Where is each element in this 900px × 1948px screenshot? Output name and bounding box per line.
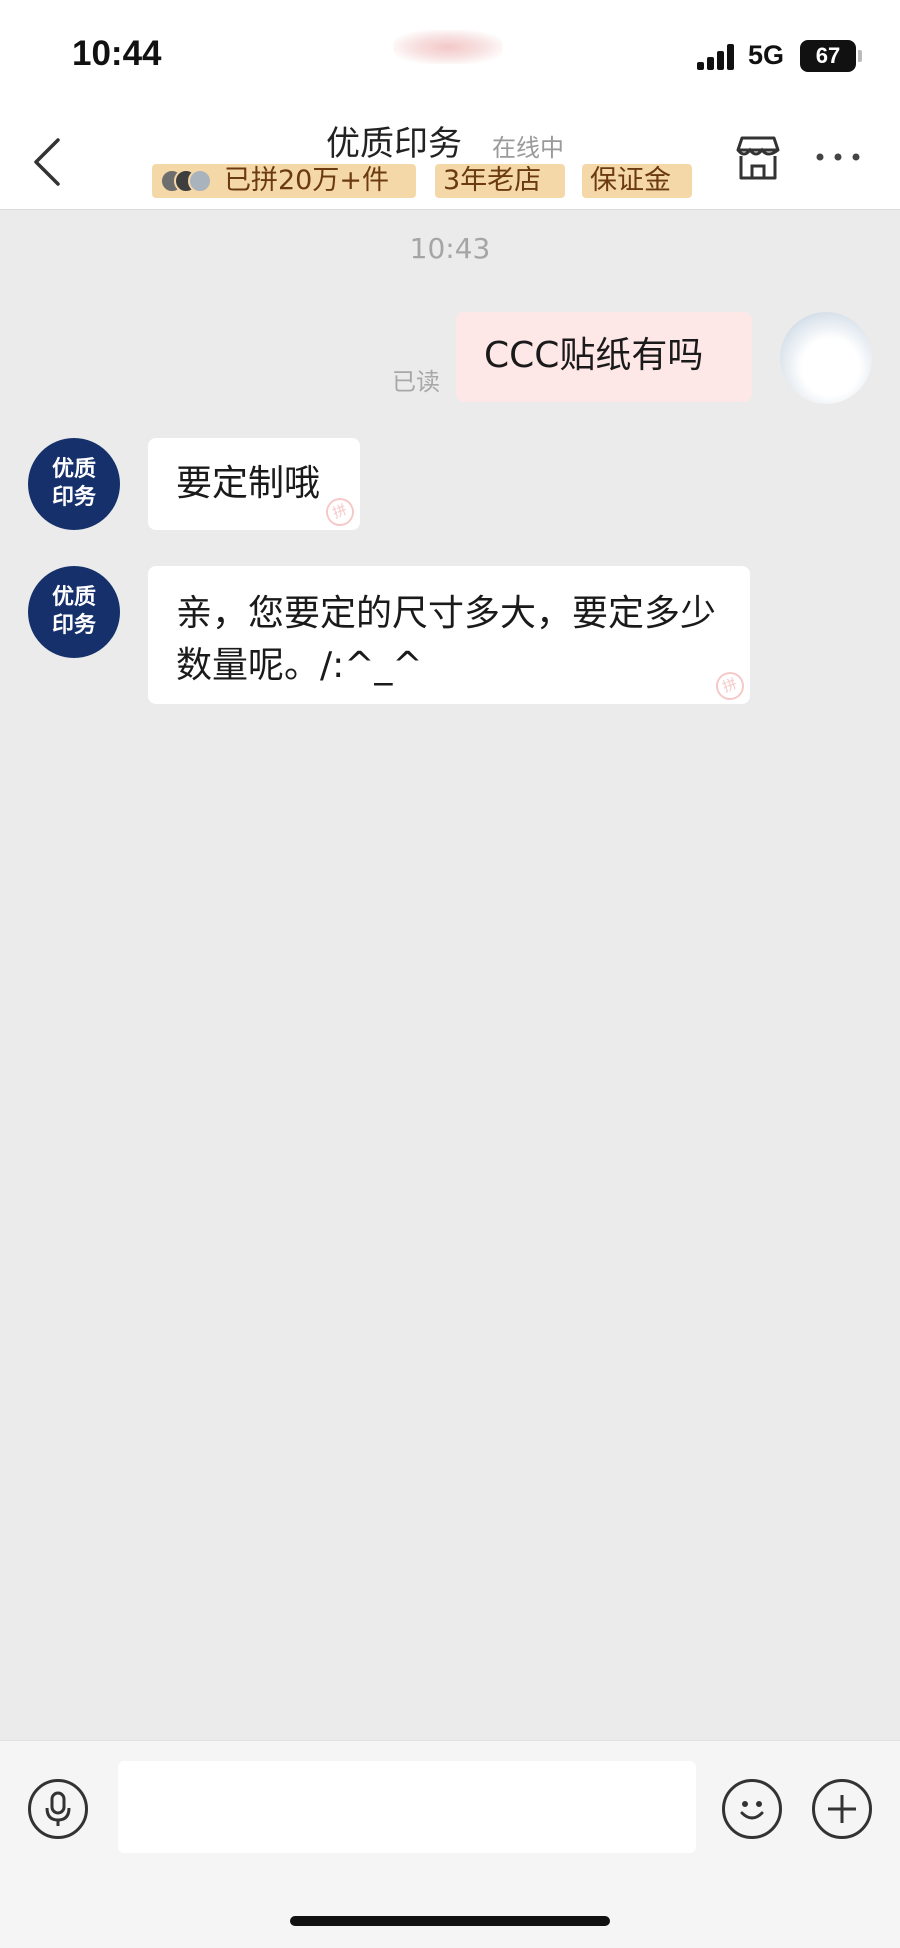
battery-level: 67 <box>815 43 841 68</box>
redacted-area <box>393 30 503 64</box>
battery-icon: 67 <box>800 40 856 72</box>
deposit-badge: 保证金 <box>582 164 692 198</box>
watermark-icon: 拼 <box>322 494 358 530</box>
watermark-icon: 拼 <box>712 668 748 704</box>
store-age-badge: 3年老店 <box>435 164 565 198</box>
message-text: 亲，您要定的尺寸多大，要定多少数量呢。/:^_^ <box>176 593 717 686</box>
emoji-button[interactable] <box>722 1779 782 1839</box>
online-status: 在线中 <box>492 134 564 162</box>
back-button[interactable] <box>28 132 72 192</box>
store-icon <box>736 136 780 180</box>
sales-badge: 已拼20万+件 <box>152 164 416 198</box>
status-bar: 10:44 5G 67 <box>0 0 900 112</box>
chat-screen: 10:44 5G 67 优质印务 在线中 已拼20万+件 3年老店 保证金 10… <box>0 0 900 1948</box>
home-indicator[interactable] <box>290 1916 610 1926</box>
store-button[interactable] <box>730 130 786 186</box>
shop-message-bubble[interactable]: 亲，您要定的尺寸多大，要定多少数量呢。/:^_^ 拼 <box>148 566 750 704</box>
message-text: 要定制哦 <box>176 463 321 504</box>
chevron-left-icon <box>34 138 60 186</box>
status-time: 10:44 <box>72 34 162 73</box>
my-avatar[interactable] <box>780 312 872 404</box>
shop-avatar[interactable]: 优质 印务 <box>28 438 120 530</box>
message-text: CCC贴纸有吗 <box>484 335 704 376</box>
chat-timestamp: 10:43 <box>409 232 491 265</box>
avatar-text: 优质 印务 <box>51 585 96 638</box>
my-message-bubble[interactable]: CCC贴纸有吗 <box>456 312 752 402</box>
emoji-icon <box>740 1801 764 1820</box>
buyer-avatars <box>160 169 220 193</box>
signal-icon <box>697 44 737 70</box>
shop-name[interactable]: 优质印务 <box>326 116 462 165</box>
voice-button[interactable] <box>28 1779 88 1839</box>
shop-avatar[interactable]: 优质 印务 <box>28 566 120 658</box>
read-receipt: 已读 <box>392 368 440 396</box>
network-type: 5G <box>748 40 785 70</box>
plus-icon <box>828 1795 856 1823</box>
message-input[interactable] <box>118 1761 696 1853</box>
chat-header: 优质印务 在线中 已拼20万+件 3年老店 保证金 <box>0 112 900 210</box>
battery-tip <box>858 50 862 62</box>
sales-badge-label: 已拼20万+件 <box>224 165 389 196</box>
more-button[interactable] <box>812 142 864 172</box>
avatar-text: 优质 印务 <box>51 457 96 510</box>
microphone-icon <box>45 1791 71 1826</box>
more-icon <box>816 153 860 161</box>
shop-message-bubble[interactable]: 要定制哦 拼 <box>148 438 360 530</box>
more-actions-button[interactable] <box>812 1779 872 1839</box>
